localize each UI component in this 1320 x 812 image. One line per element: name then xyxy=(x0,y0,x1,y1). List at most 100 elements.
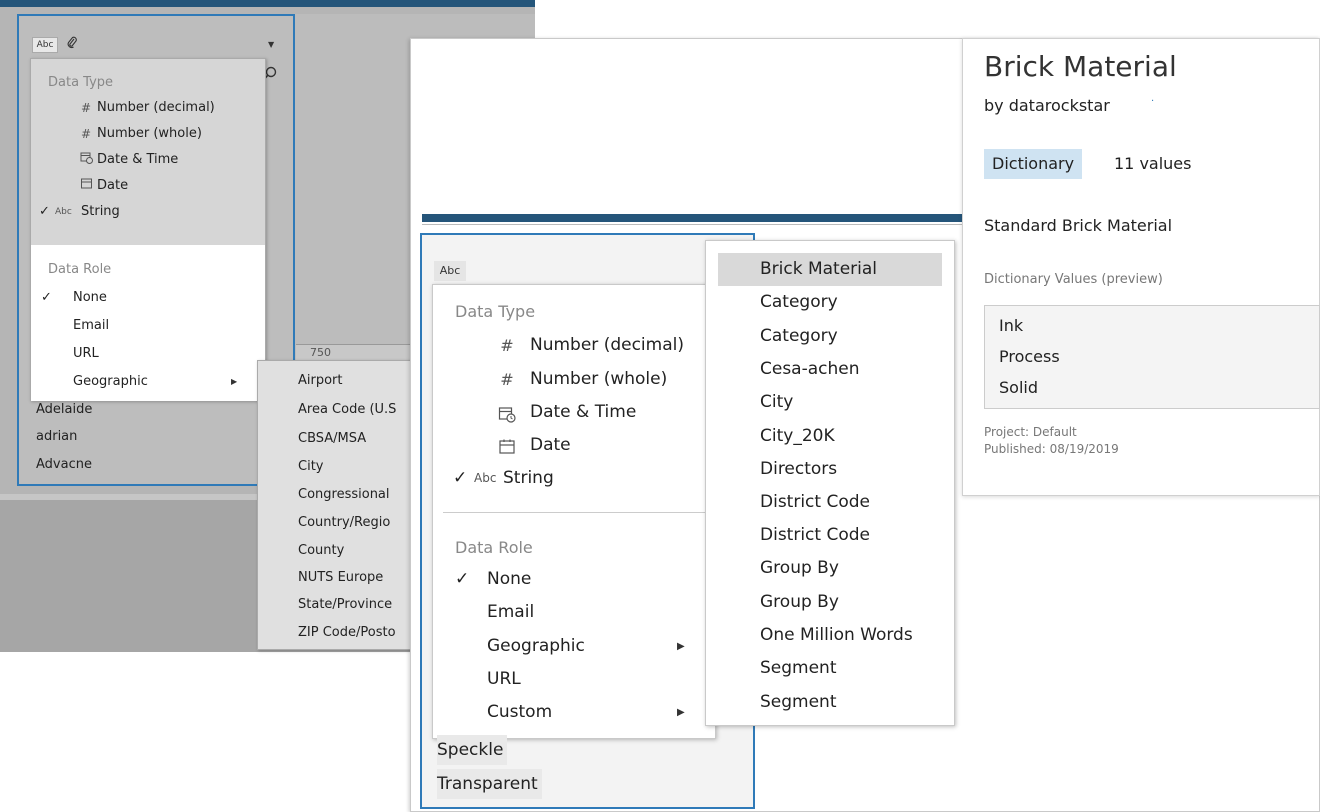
menu-item-label: Number (whole) xyxy=(530,369,668,389)
geo-item[interactable]: City xyxy=(298,459,323,474)
calendar-clock-icon xyxy=(497,396,517,429)
checkmark-icon: ✓ xyxy=(39,204,50,219)
geo-item[interactable]: NUTS Europe xyxy=(298,570,383,585)
type-badge[interactable]: Abc xyxy=(32,37,58,53)
geo-item[interactable]: ZIP Code/Posto xyxy=(298,625,396,640)
main-divider xyxy=(422,224,962,225)
preview-value: Process xyxy=(999,347,1060,366)
menu-item-role-none[interactable]: ✓ None xyxy=(433,563,717,596)
custom-role-item[interactable]: One Million Words xyxy=(718,619,942,652)
geo-item[interactable]: Area Code (U.S xyxy=(298,402,396,417)
calendar-icon xyxy=(79,173,93,199)
preview-value: Solid xyxy=(999,378,1038,397)
column-value[interactable]: Advacne xyxy=(36,457,92,472)
menu-item-role-custom[interactable]: Custom ▶ xyxy=(433,696,717,729)
menu-item-role-url[interactable]: URL xyxy=(433,663,717,696)
menu-item-date-time[interactable]: Date & Time xyxy=(31,147,267,173)
hash-icon: # xyxy=(80,127,92,141)
value-count: 11 values xyxy=(1114,154,1192,173)
hash-icon: # xyxy=(500,336,514,355)
custom-role-item[interactable]: Brick Material xyxy=(718,253,942,286)
preview-label: Dictionary Values (preview) xyxy=(984,272,1163,287)
custom-role-item[interactable]: District Code xyxy=(718,519,942,552)
menu-item-role-email[interactable]: Email xyxy=(31,313,267,339)
custom-role-item[interactable]: Group By xyxy=(718,586,942,619)
geo-item[interactable]: CBSA/MSA xyxy=(298,431,366,446)
hash-icon: # xyxy=(80,101,92,115)
column-value[interactable]: Speckle xyxy=(437,735,508,765)
author-link[interactable]: datarockstar xyxy=(1009,96,1110,115)
menu-item-label: URL xyxy=(73,346,99,361)
custom-role-submenu: Brick Material Category Category Cesa-ac… xyxy=(705,240,955,726)
geo-item[interactable]: Airport xyxy=(298,373,343,388)
data-type-label: Data Type xyxy=(455,302,536,321)
checkmark-icon: ✓ xyxy=(455,569,470,589)
column-value[interactable]: adrian xyxy=(36,429,77,444)
dot-icon: · xyxy=(1151,96,1155,107)
menu-item-label: Date & Time xyxy=(530,402,637,422)
geo-item[interactable]: County xyxy=(298,543,344,558)
details-description: Standard Brick Material xyxy=(984,216,1173,235)
menu-item-label: Date & Time xyxy=(97,152,179,167)
geo-item[interactable]: Congressional xyxy=(298,487,390,502)
abc-icon: Abc xyxy=(55,207,72,217)
geo-item[interactable]: Country/Regio xyxy=(298,515,390,530)
menu-item-number-decimal[interactable]: # Number (decimal) xyxy=(31,95,267,121)
custom-role-item[interactable]: Directors xyxy=(718,453,942,486)
menu-item-role-geographic[interactable]: Geographic ▶ xyxy=(433,630,717,663)
custom-role-item[interactable]: Segment xyxy=(718,686,942,719)
column-value[interactable]: Transparent xyxy=(437,769,542,799)
data-role-label: Data Role xyxy=(455,538,533,557)
chevron-down-icon[interactable]: ▼ xyxy=(268,40,274,49)
menu-item-string[interactable]: ✓ Abc String xyxy=(433,462,717,495)
paperclip-icon xyxy=(66,36,78,52)
custom-role-item[interactable]: Cesa-achen xyxy=(718,353,942,386)
chevron-right-icon: ▶ xyxy=(231,377,238,386)
custom-role-item[interactable]: Segment xyxy=(718,652,942,685)
menu-item-label: String xyxy=(81,204,120,219)
background-toolbar xyxy=(0,0,535,7)
menu-item-number-whole[interactable]: # Number (whole) xyxy=(433,363,717,396)
menu-item-label: Custom xyxy=(487,702,553,722)
chevron-right-icon: ▶ xyxy=(677,641,685,652)
details-author-line: by datarockstar xyxy=(984,96,1110,115)
custom-role-item[interactable]: City_20K xyxy=(718,420,942,453)
menu-item-label: Date xyxy=(530,435,571,455)
menu-item-date[interactable]: Date xyxy=(433,429,717,462)
custom-role-item[interactable]: Category xyxy=(718,286,942,319)
calendar-clock-icon xyxy=(79,147,93,173)
custom-role-item[interactable]: Category xyxy=(718,320,942,353)
menu-item-label: Geographic xyxy=(487,636,585,656)
column-value[interactable]: Adelaide xyxy=(36,402,92,417)
strip-label: 750 xyxy=(310,346,331,359)
menu-item-date-time[interactable]: Date & Time xyxy=(433,396,717,429)
menu-item-number-decimal[interactable]: # Number (decimal) xyxy=(433,329,717,362)
menu-item-role-email[interactable]: Email xyxy=(433,596,717,629)
type-badge[interactable]: Abc xyxy=(434,261,466,281)
dictionary-badge: Dictionary xyxy=(984,149,1083,179)
custom-role-item[interactable]: District Code xyxy=(718,486,942,519)
menu-item-label: None xyxy=(73,290,107,305)
data-type-label: Data Type xyxy=(48,75,114,90)
menu-item-label: Email xyxy=(487,602,535,622)
menu-item-label: Number (whole) xyxy=(97,126,202,141)
menu-item-label: String xyxy=(503,468,554,488)
menu-item-label: Number (decimal) xyxy=(97,100,215,115)
menu-item-role-url[interactable]: URL xyxy=(31,341,267,367)
menu-item-label: Geographic xyxy=(73,374,148,389)
geo-item[interactable]: State/Province xyxy=(298,597,392,612)
custom-role-item[interactable]: City xyxy=(718,386,942,419)
menu-item-label: Number (decimal) xyxy=(530,335,684,355)
menu-item-number-whole[interactable]: # Number (whole) xyxy=(31,121,267,147)
menu-item-string[interactable]: ✓ Abc String xyxy=(31,199,267,225)
chevron-right-icon: ▶ xyxy=(677,707,685,718)
data-role-label: Data Role xyxy=(48,262,112,277)
menu-divider xyxy=(443,512,707,513)
custom-role-item[interactable]: Group By xyxy=(718,552,942,585)
menu-item-date[interactable]: Date xyxy=(31,173,267,199)
data-type-menu: Data Type # Number (decimal) # Number (w… xyxy=(30,58,266,401)
menu-item-label: Date xyxy=(97,178,129,193)
preview-value: Ink xyxy=(999,316,1024,335)
menu-item-role-geographic[interactable]: Geographic ▶ xyxy=(31,369,267,395)
menu-item-role-none[interactable]: ✓ None xyxy=(31,285,267,311)
